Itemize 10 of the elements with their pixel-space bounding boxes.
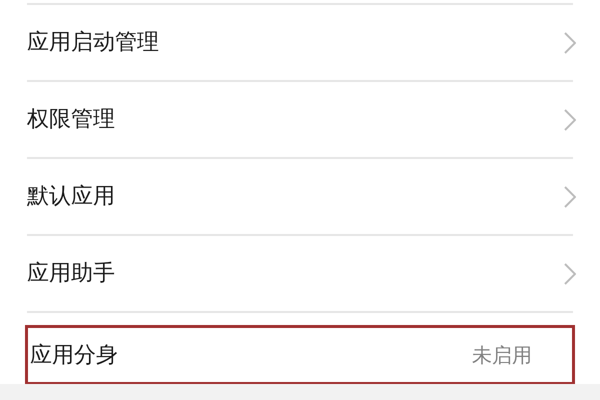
- chevron-right-icon[interactable]: [564, 262, 576, 284]
- setting-label: 默认应用: [27, 183, 115, 211]
- chevron-right-icon[interactable]: [564, 108, 576, 130]
- setting-label: 应用助手: [27, 260, 115, 288]
- chevron-right-icon[interactable]: [564, 32, 576, 54]
- status-value: 未启用: [472, 342, 532, 369]
- setting-label: 权限管理: [27, 106, 115, 134]
- setting-label: 应用分身: [30, 342, 118, 370]
- chevron-right-icon[interactable]: [564, 186, 576, 208]
- setting-label: 应用启动管理: [27, 29, 159, 57]
